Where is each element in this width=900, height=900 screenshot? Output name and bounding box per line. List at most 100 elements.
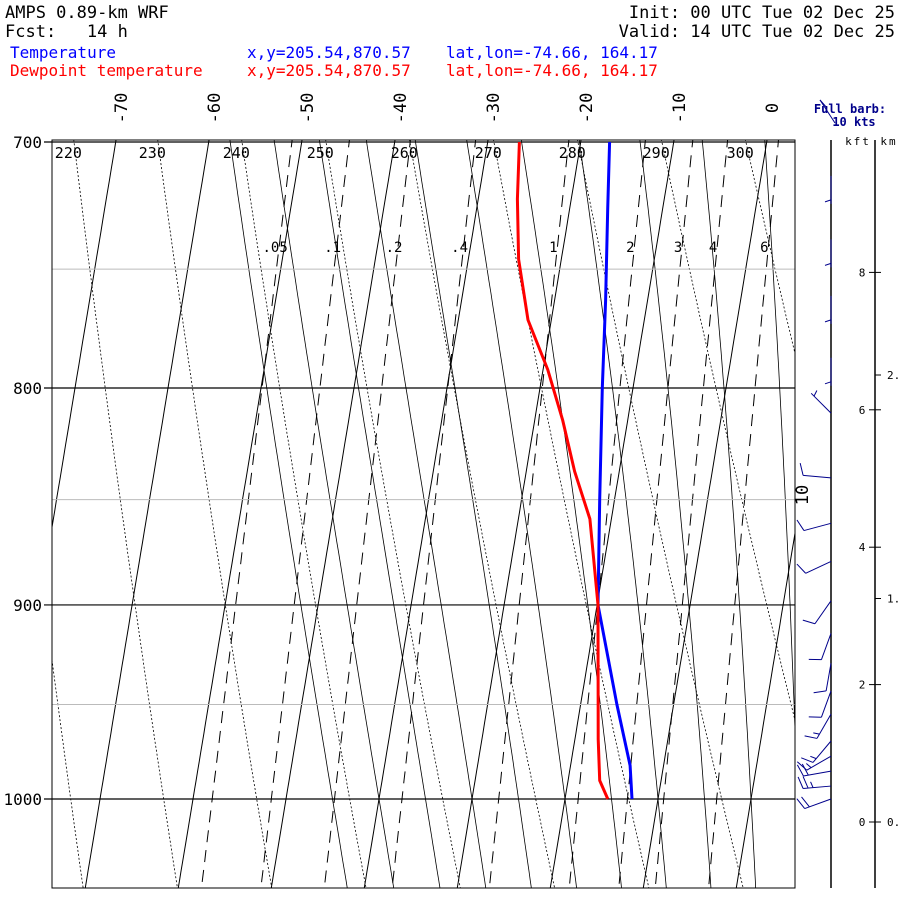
wind-barb-full: [801, 757, 814, 763]
dewpoint-profile: [515, 141, 610, 800]
dry-adiabat-line: [73, 140, 178, 888]
isotherm-label: -20: [577, 93, 597, 124]
moist-adiabat-line: [701, 140, 757, 888]
wind-barb-full: [799, 462, 804, 476]
pressure-label: 1000: [3, 790, 42, 809]
plot-frame: [51, 139, 796, 889]
wind-barb-full: [796, 563, 806, 574]
wind-barb-staff: [805, 560, 832, 574]
dry-adiabat-label: 280: [559, 144, 586, 162]
kft-label: 6: [859, 404, 866, 417]
mixing-ratio-label: 3: [674, 240, 682, 256]
dry-adiabat-line: [745, 140, 795, 356]
wind-barb-staff: [806, 755, 832, 771]
wind-barb-staff: [803, 522, 832, 532]
dry-adiabat-line: [157, 140, 273, 888]
isotherm-label: -10: [670, 93, 690, 124]
mixing-ratio-label: 1: [549, 240, 557, 256]
kft-label: 2: [859, 679, 866, 692]
wind-barb-half: [824, 262, 832, 266]
wind-barb-half: [813, 732, 820, 735]
kft-label: 8: [859, 266, 866, 279]
dry-adiabat-label: 240: [223, 144, 250, 162]
isotherm-line: [735, 530, 795, 888]
mixing-ratio-label: .2: [386, 240, 403, 256]
wind-barb-full: [802, 619, 816, 625]
dry-adiabat-line: [661, 140, 795, 723]
dry-adiabat-label: 220: [55, 144, 82, 162]
mixing-ratio-line: [488, 140, 570, 888]
mixing-ratio-label: .4: [451, 240, 468, 256]
isotherm-line: [642, 140, 768, 888]
wind-barb-full: [802, 776, 809, 789]
wind-barb-staff: [820, 633, 832, 660]
wind-barb-half: [810, 755, 817, 760]
wind-barb-full: [813, 690, 827, 694]
kft-label: 4: [859, 541, 866, 554]
isotherm-label: -40: [391, 93, 411, 124]
pressure-label: 700: [13, 133, 42, 152]
wind-barb-half: [810, 781, 814, 788]
moist-adiabat-line: [885, 116, 891, 900]
km-label: 1.: [887, 593, 900, 606]
isotherm-line: [0, 116, 27, 900]
mixing-ratio-line: [323, 140, 411, 888]
dry-adiabat-label: 300: [727, 144, 754, 162]
barb-legend-line1: Full barb:: [814, 102, 886, 116]
mixing-ratio-label: .05: [262, 240, 287, 256]
side-isotherm-label: 10: [793, 485, 813, 505]
isotherm-label: -60: [205, 93, 225, 124]
background-lines: [0, 116, 900, 900]
pressure-label: 900: [13, 596, 42, 615]
isotherm-line: [826, 116, 900, 900]
dry-adiabat-line: [325, 140, 461, 888]
kft-header: kft: [845, 135, 871, 148]
wind-barb-staff: [810, 392, 832, 414]
isotherm-line: [84, 140, 210, 888]
wind-barb-staff: [816, 713, 832, 739]
dry-adiabat-line: [824, 116, 900, 900]
dry-adiabat-line: [241, 140, 367, 888]
mixing-ratio-label: .1: [324, 240, 341, 256]
isotherm-label: -70: [112, 93, 132, 124]
moist-adiabat-line: [578, 140, 667, 888]
moist-adiabat-line: [466, 140, 577, 888]
mixing-ratio-line: [200, 140, 293, 888]
isotherm-label: -50: [298, 93, 318, 124]
chart-labels: .05 .1 .2 .4 1 2 3 4 6 700 800 900 1000 -70 -60 -50 -40 -…: [3, 93, 813, 809]
km-label: 2.: [887, 369, 900, 382]
wind-barb-staff: [820, 690, 832, 718]
km-label: 0.: [887, 816, 900, 829]
wind-barb-staff: [814, 600, 832, 625]
mixing-ratio-line: [391, 140, 477, 888]
isotherm-line: [52, 140, 117, 531]
wind-barb-half: [824, 319, 832, 323]
skewt-chart: .05.1.2.4 1 2 3 4 67008009001000-70 -60 -50 -40-…: [0, 93, 900, 900]
isotherm-label: -30: [484, 93, 504, 124]
dry-adiabat-line: [52, 656, 84, 888]
wind-barb-staff: [803, 474, 832, 479]
dry-adiabat-label: 270: [475, 144, 502, 162]
kft-label: 0: [859, 816, 866, 829]
pressure-label: 800: [13, 379, 42, 398]
sounding-profiles: [515, 141, 634, 800]
mixing-ratio-label: 2: [626, 240, 634, 256]
wind-barb-half: [806, 763, 812, 769]
wind-barb-full: [797, 776, 804, 789]
mixing-ratio-line: [260, 140, 350, 888]
dry-adiabat-label: 250: [307, 144, 334, 162]
km-header: km: [880, 135, 897, 148]
isotherm-line: [177, 140, 303, 888]
isotherm-label: 0: [763, 103, 783, 113]
wind-barb-half: [824, 199, 832, 203]
moist-adiabat-line: [639, 140, 712, 888]
wind-barb-staff: [812, 740, 832, 763]
wind-barb-staff: [804, 798, 832, 810]
mixing-ratio-label: 6: [760, 240, 768, 256]
wind-barb-full: [796, 519, 805, 531]
dry-adiabat-label: 230: [139, 144, 166, 162]
dry-adiabat-label: 260: [391, 144, 418, 162]
isotherm-line: [549, 140, 675, 888]
barb-legend-line2: 10 kts: [832, 115, 875, 129]
wind-barb-half: [813, 390, 818, 397]
